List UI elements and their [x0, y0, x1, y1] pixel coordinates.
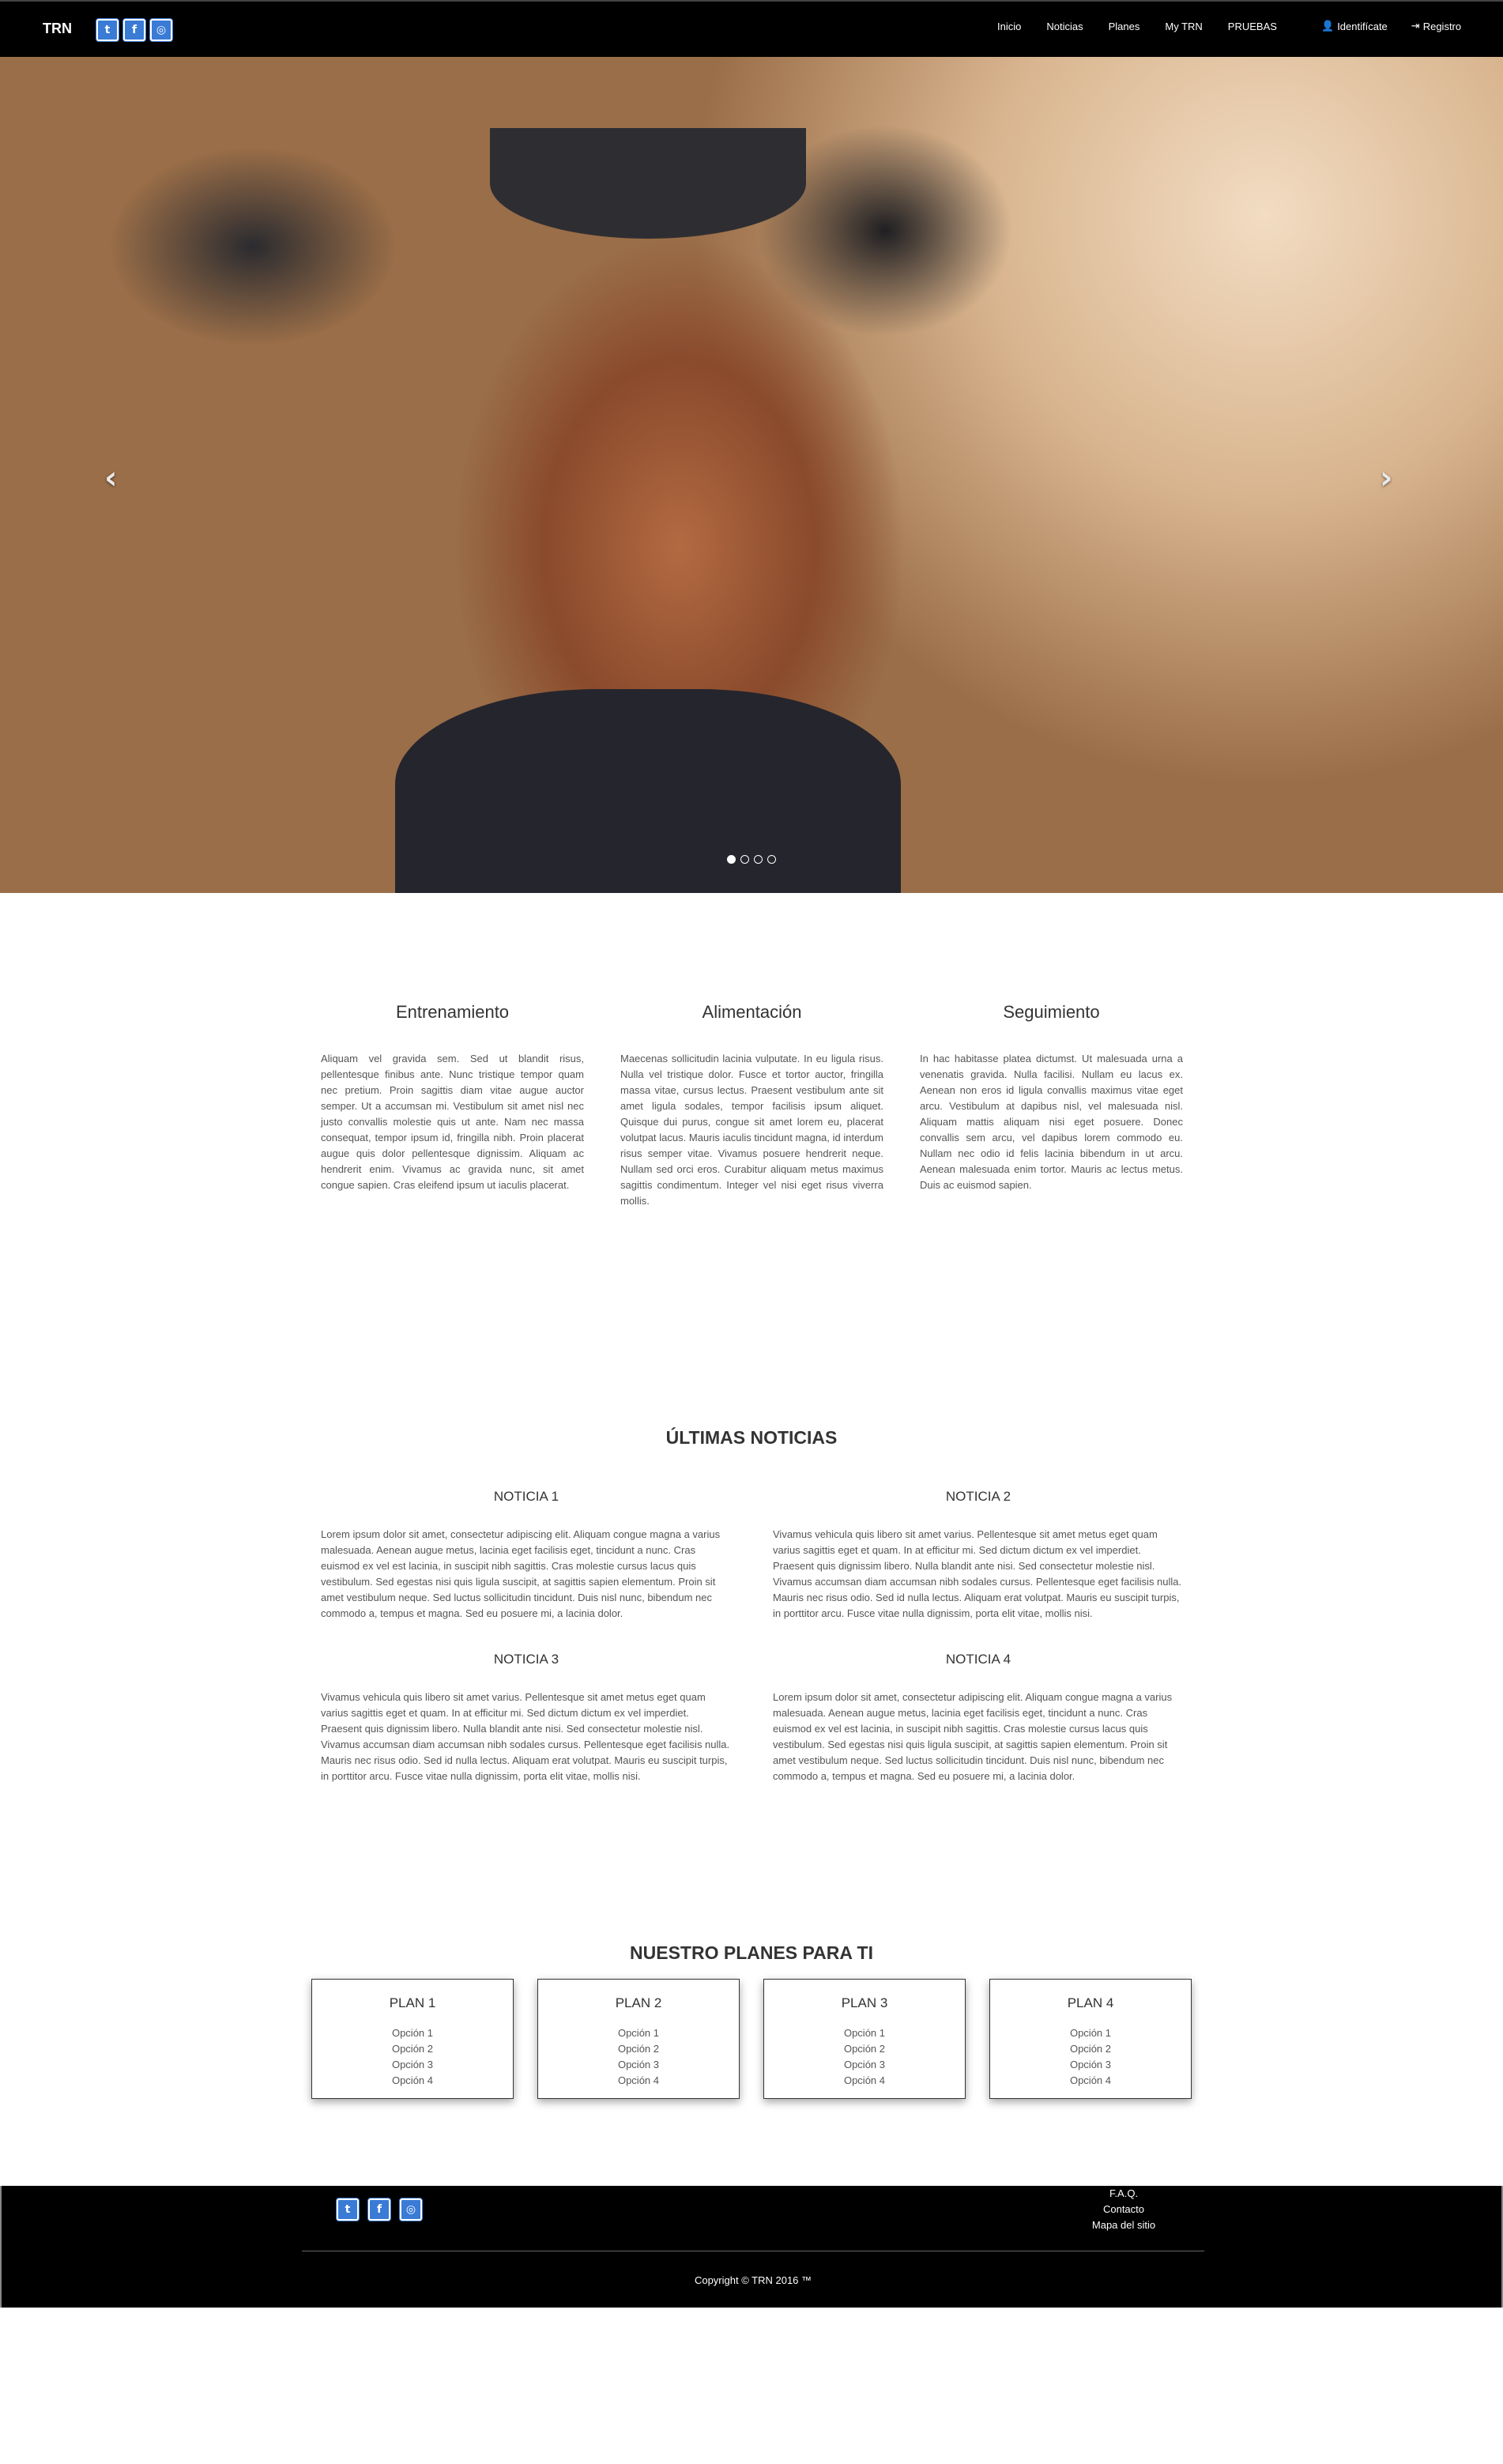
news-grid: NOTICIA 1 Lorem ipsum dolor sit amet, co…	[321, 1489, 1184, 1784]
carousel-indicator-2[interactable]	[740, 855, 749, 864]
plan-option: Opción 3	[843, 2059, 886, 2070]
plan-option: Opción 1	[391, 2027, 434, 2039]
plan-option: Opción 1	[1069, 2027, 1112, 2039]
carousel-indicator-1[interactable]	[727, 855, 736, 864]
carousel-indicator-3[interactable]	[754, 855, 763, 864]
feature-column: Entrenamiento Aliquam vel gravida sem. S…	[321, 1002, 584, 1209]
feature-title: Seguimiento	[1003, 1002, 1100, 1022]
plan-card[interactable]: PLAN 3 Opción 1 Opción 2 Opción 3 Opción…	[763, 1979, 966, 2099]
news-title[interactable]: NOTICIA 1	[321, 1489, 732, 1505]
plan-option: Opción 4	[391, 2074, 434, 2086]
plans-section-title: NUESTRO PLANES PARA TI	[630, 1942, 873, 1963]
feature-text: Maecenas sollicitudin lacinia vulputate.…	[620, 1053, 883, 1207]
footer-link-faq[interactable]: F.A.Q.	[1076, 2186, 1171, 2202]
plan-option: Opción 4	[1069, 2074, 1112, 2086]
plan-option: Opción 3	[617, 2059, 660, 2070]
plan-option: Opción 4	[617, 2074, 660, 2086]
nav-link-my-trn[interactable]: My TRN	[1165, 21, 1202, 32]
plan-option: Opción 4	[843, 2074, 886, 2086]
twitter-icon[interactable]: t	[96, 19, 119, 41]
nav-link-planes[interactable]: Planes	[1109, 21, 1140, 32]
feature-column: Seguimiento In hac habitasse platea dict…	[920, 1002, 1183, 1209]
carousel-prev-icon[interactable]: ‹	[104, 460, 117, 496]
login-icon: ⇥	[1411, 21, 1420, 32]
plan-option: Opción 3	[1069, 2059, 1112, 2070]
feature-title: Entrenamiento	[395, 1002, 510, 1022]
copyright-text: Copyright © TRN 2016 ™	[694, 2274, 812, 2286]
footer-links: F.A.Q. Contacto Mapa del sitio	[1076, 2186, 1171, 2233]
facebook-icon[interactable]: f	[123, 19, 145, 41]
plan-option: Opción 2	[391, 2043, 434, 2055]
news-text: Vivamus vehicula quis libero sit amet va…	[321, 1691, 730, 1782]
carousel-indicators	[727, 855, 776, 864]
instagram-icon[interactable]: ◎	[400, 2198, 422, 2221]
plan-option: Opción 2	[1069, 2043, 1112, 2055]
news-title[interactable]: NOTICIA 4	[773, 1652, 1184, 1667]
plan-option: Opción 3	[391, 2059, 434, 2070]
plan-title: PLAN 4	[1067, 1995, 1114, 2010]
navbar-social-links: t f ◎	[96, 19, 172, 41]
plan-card[interactable]: PLAN 2 Opción 1 Opción 2 Opción 3 Opción…	[537, 1979, 740, 2099]
plan-option: Opción 2	[843, 2043, 886, 2055]
plan-option: Opción 1	[617, 2027, 660, 2039]
news-item: NOTICIA 3 Vivamus vehicula quis libero s…	[321, 1652, 732, 1784]
news-title[interactable]: NOTICIA 2	[773, 1489, 1184, 1505]
news-item: NOTICIA 2 Vivamus vehicula quis libero s…	[773, 1489, 1184, 1622]
plan-title: PLAN 1	[389, 1995, 436, 2010]
news-text: Lorem ipsum dolor sit amet, consectetur …	[321, 1528, 721, 1619]
carousel-next-icon[interactable]: ›	[1380, 460, 1392, 496]
main-nav: Inicio Noticias Planes My TRN PRUEBAS	[997, 21, 1302, 32]
instagram-icon[interactable]: ◎	[150, 19, 172, 41]
page-footer: t f ◎ F.A.Q. Contacto Mapa del sitio Cop…	[0, 2186, 1503, 2308]
features-section: Entrenamiento Aliquam vel gravida sem. S…	[321, 1002, 1184, 1209]
plan-title: PLAN 2	[615, 1995, 662, 2010]
register-label: Registro	[1422, 21, 1462, 32]
register-link[interactable]: ⇥ Registro	[1411, 21, 1461, 32]
plan-option: Opción 2	[617, 2043, 660, 2055]
hero-image-shape	[395, 689, 901, 893]
footer-link-mapa[interactable]: Mapa del sitio	[1076, 2217, 1171, 2233]
footer-social-links: t f ◎	[337, 2198, 422, 2221]
plan-card[interactable]: PLAN 4 Opción 1 Opción 2 Opción 3 Opción…	[989, 1979, 1192, 2099]
feature-text: In hac habitasse platea dictumst. Ut mal…	[920, 1053, 1183, 1191]
twitter-icon[interactable]: t	[337, 2198, 359, 2221]
hero-carousel: ‹ ›	[0, 57, 1503, 893]
login-label: Identifícate	[1337, 21, 1388, 32]
plan-title: PLAN 3	[841, 1995, 888, 2010]
news-item: NOTICIA 1 Lorem ipsum dolor sit amet, co…	[321, 1489, 732, 1622]
login-link[interactable]: 👤 Identifícate	[1321, 21, 1388, 32]
feature-column: Alimentación Maecenas sollicitudin lacin…	[620, 1002, 883, 1209]
carousel-indicator-4[interactable]	[767, 855, 776, 864]
news-text: Lorem ipsum dolor sit amet, consectetur …	[773, 1691, 1173, 1782]
plan-option: Opción 1	[843, 2027, 886, 2039]
footer-link-contacto[interactable]: Contacto	[1076, 2202, 1171, 2217]
feature-text: Aliquam vel gravida sem. Sed ut blandit …	[321, 1053, 584, 1191]
nav-link-noticias[interactable]: Noticias	[1046, 21, 1083, 32]
top-navbar: TRN t f ◎ Inicio Noticias Planes My TRN …	[0, 0, 1503, 57]
news-title[interactable]: NOTICIA 3	[321, 1652, 732, 1667]
plan-card[interactable]: PLAN 1 Opción 1 Opción 2 Opción 3 Opción…	[311, 1979, 514, 2099]
news-text: Vivamus vehicula quis libero sit amet va…	[773, 1528, 1182, 1619]
user-icon: 👤	[1321, 21, 1335, 32]
facebook-icon[interactable]: f	[368, 2198, 390, 2221]
plans-row: PLAN 1 Opción 1 Opción 2 Opción 3 Opción…	[311, 1979, 1192, 2099]
news-section-title: ÚLTIMAS NOTICIAS	[665, 1427, 838, 1448]
brand-logo[interactable]: TRN	[43, 21, 72, 37]
nav-link-inicio[interactable]: Inicio	[997, 21, 1021, 32]
news-item: NOTICIA 4 Lorem ipsum dolor sit amet, co…	[773, 1652, 1184, 1784]
nav-link-pruebas[interactable]: PRUEBAS	[1228, 21, 1277, 32]
account-nav: 👤 Identifícate ⇥ Registro	[1321, 21, 1461, 32]
feature-title: Alimentación	[702, 1002, 802, 1022]
hero-image-shape	[490, 128, 806, 239]
